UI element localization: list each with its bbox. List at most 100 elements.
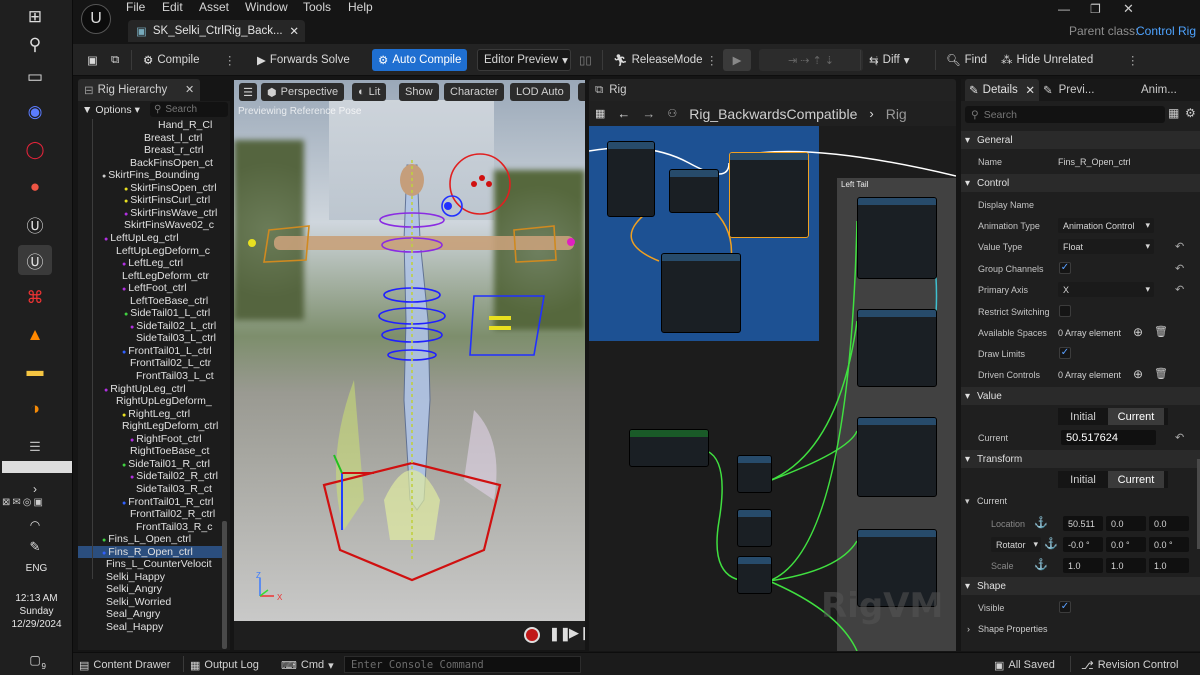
tree-item[interactable]: ● SideTail01_L_ctrl: [124, 307, 210, 320]
document-tab[interactable]: ▣ SK_Selki_CtrlRig_Back... ✕: [128, 20, 305, 42]
tree-item[interactable]: ● Fins_R_Open_ctrl: [78, 545, 223, 559]
tree-item[interactable]: ● RightLeg_ctrl: [122, 408, 190, 421]
tree-item[interactable]: ● SideTail01_R_ctrl: [122, 458, 210, 471]
add-element-icon[interactable]: ⊕: [1133, 325, 1143, 339]
set-transform-bone-node[interactable]: [661, 253, 741, 333]
hierarchy-search-field[interactable]: ⚲ Search: [150, 102, 228, 117]
transform-current-button[interactable]: Current: [1108, 471, 1164, 488]
location-lock-icon[interactable]: ⚓: [1034, 516, 1048, 529]
opera-icon[interactable]: ◯: [18, 135, 52, 165]
tree-item[interactable]: ● SkirtFins_Bounding: [102, 169, 199, 182]
rotator-x-field[interactable]: -0.0 °: [1063, 537, 1103, 552]
primary-axis-dropdown[interactable]: X ▾: [1058, 282, 1154, 297]
details-search-field[interactable]: ⚲ Search: [965, 106, 1165, 123]
reset-to-default-icon[interactable]: ↶: [1175, 262, 1184, 275]
scale-y-field[interactable]: 1.0: [1106, 558, 1146, 573]
editor-preview-dropdown[interactable]: Editor Preview ▾: [477, 49, 571, 71]
value-type-dropdown[interactable]: Float ▾: [1058, 239, 1154, 254]
menu-window[interactable]: Window: [245, 0, 288, 14]
anim-tab[interactable]: Anim...: [1141, 79, 1177, 101]
menu-edit[interactable]: Edit: [162, 0, 183, 14]
tree-item[interactable]: FrontTail02_L_ctr: [130, 357, 211, 370]
lit-dropdown[interactable]: ◐ Lit: [352, 83, 387, 101]
notifications-icon[interactable]: ▢ 9: [18, 645, 52, 675]
transform-initial-button[interactable]: Initial: [1058, 471, 1108, 488]
tree-item[interactable]: ● SkirtFinsWave_ctrl: [124, 207, 217, 220]
tree-item[interactable]: ● Fins_L_Open_ctrl: [102, 533, 191, 546]
preview-tab[interactable]: ✎ Previ...: [1043, 79, 1094, 101]
acrobat-icon[interactable]: ⌘: [18, 283, 52, 313]
section-value[interactable]: ▾ Value: [961, 387, 1200, 405]
animation-type-dropdown[interactable]: Animation Control ▾: [1058, 218, 1154, 233]
minimize-icon[interactable]: —: [1058, 2, 1070, 16]
table-view-icon[interactable]: ▦: [1168, 106, 1179, 120]
settings-icon[interactable]: ⚙: [1185, 106, 1196, 120]
section-general[interactable]: ▾ General: [961, 131, 1200, 149]
all-saved-button[interactable]: ▣ All Saved: [994, 656, 1055, 674]
preview-viewport[interactable]: ☰ ⬢ Perspective ◐ Lit Show Character LOD A…: [234, 80, 585, 650]
make-node[interactable]: [669, 169, 719, 213]
maximize-icon[interactable]: ❐: [1090, 2, 1101, 16]
tree-item[interactable]: SideTail03_R_ct: [136, 483, 212, 496]
toolbar-options-icon[interactable]: ⋮: [1127, 49, 1139, 71]
draw-limits-checkbox[interactable]: ✓: [1059, 347, 1071, 359]
clock-time[interactable]: 12:13 AM: [0, 593, 73, 604]
character-dropdown[interactable]: Character: [444, 83, 505, 101]
section-current[interactable]: ▾ Current: [961, 493, 1200, 509]
value-current-button[interactable]: Current: [1108, 408, 1164, 425]
options-dropdown[interactable]: ▼ Options ▾: [82, 103, 140, 117]
task-view-icon[interactable]: ▭: [18, 62, 52, 92]
graph-nav-icon[interactable]: ▦: [595, 107, 605, 120]
location-y-field[interactable]: 0.0: [1106, 516, 1146, 531]
browse-icon[interactable]: ⧉: [111, 49, 119, 71]
viewport-overflow[interactable]: [578, 83, 585, 101]
tree-item[interactable]: ● SkirtFinsCurl_ctrl: [124, 194, 210, 207]
back-arrow-icon[interactable]: ←: [617, 106, 630, 121]
tree-item[interactable]: ● FrontTail01_R_ctrl: [122, 496, 213, 509]
tree-item[interactable]: ● SideTail02_R_ctrl: [130, 470, 218, 483]
rig-graph-tab[interactable]: ⧉ Rig: [589, 79, 956, 101]
rig-hierarchy-tab[interactable]: ⊟ Rig Hierarchy: [78, 79, 200, 101]
menu-file[interactable]: File: [126, 0, 145, 14]
tree-item[interactable]: Selki_Happy: [106, 571, 165, 584]
tree-item[interactable]: RightLegDeform_ctrl: [122, 420, 218, 433]
shape-properties-row[interactable]: › Shape Properties: [961, 621, 1200, 637]
menu-help[interactable]: Help: [348, 0, 373, 14]
get-control-float-node[interactable]: [629, 429, 709, 467]
remap-node-2[interactable]: [737, 509, 772, 547]
name-value[interactable]: Fins_R_Open_ctrl: [1058, 157, 1131, 167]
show-dropdown[interactable]: Show: [399, 83, 439, 101]
tree-item[interactable]: ● LeftFoot_ctrl: [122, 282, 187, 295]
hierarchy-scrollbar[interactable]: [222, 521, 227, 649]
record-button[interactable]: [524, 627, 540, 643]
unreal-engine-active-icon[interactable]: Ⓤ: [18, 245, 52, 275]
step-play-button[interactable]: ▶: [723, 49, 751, 71]
screen-recorder-icon[interactable]: ●: [18, 172, 52, 202]
breadcrumb-current-graph[interactable]: Rig_BackwardsCompatible: [689, 106, 857, 122]
search-icon[interactable]: ⚲: [18, 30, 52, 60]
tree-item[interactable]: FrontTail03_R_c: [136, 521, 212, 534]
vlc-icon[interactable]: ▲: [18, 320, 52, 350]
tree-item[interactable]: Hand_R_Cl: [158, 119, 212, 132]
unreal-logo-icon[interactable]: U: [81, 4, 111, 34]
set-transform-bone-node-2[interactable]: [857, 309, 937, 387]
menu-tools[interactable]: Tools: [303, 0, 331, 14]
diff-button[interactable]: ⇆ Diff ▾: [869, 49, 909, 71]
tree-item[interactable]: SkirtFinsWave02_c: [124, 219, 214, 232]
tree-item[interactable]: BackFinsOpen_ct: [130, 157, 213, 170]
section-transform[interactable]: ▾ Transform: [961, 450, 1200, 468]
value-initial-button[interactable]: Initial: [1058, 408, 1108, 425]
tree-item[interactable]: ● SideTail02_L_ctrl: [130, 320, 216, 333]
scale-z-field[interactable]: 1.0: [1149, 558, 1189, 573]
forward-arrow-icon[interactable]: →: [642, 106, 655, 121]
windows-start-icon[interactable]: ⊞: [18, 2, 52, 32]
tree-item[interactable]: Selki_Angry: [106, 583, 162, 596]
lod-dropdown[interactable]: LOD Auto: [510, 83, 570, 101]
remap-node-3[interactable]: [737, 556, 772, 594]
tree-item[interactable]: RightToeBase_ct: [130, 445, 209, 458]
tree-item[interactable]: ● RightFoot_ctrl: [130, 433, 202, 446]
viewport-menu-icon[interactable]: ☰: [239, 83, 257, 101]
reset-to-default-icon[interactable]: ↶: [1175, 283, 1184, 296]
tree-item[interactable]: LeftLegDeform_ctr: [122, 270, 209, 283]
tree-item[interactable]: Seal_Happy: [106, 621, 163, 634]
